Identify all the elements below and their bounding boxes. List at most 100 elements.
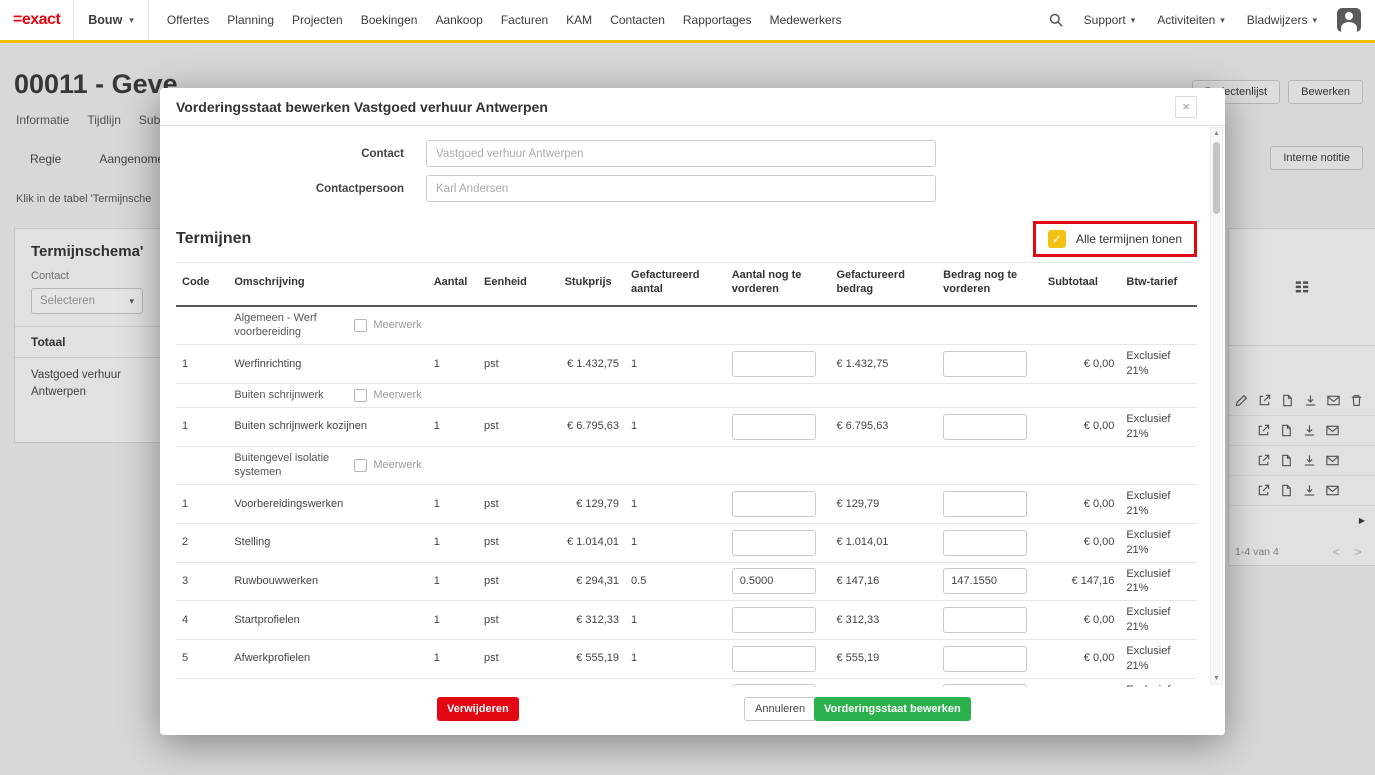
gefactureerd-bedrag-cell: € 1.014,01 [830, 523, 937, 562]
stukprijs-cell: € 312,33 [559, 601, 625, 640]
aantal-nog-te-vorderen-input[interactable] [732, 568, 816, 594]
search-button[interactable] [1048, 12, 1064, 28]
gefactureerd-aantal-cell: 0.5 [625, 562, 726, 601]
scroll-thumb[interactable] [1213, 142, 1220, 214]
chevron-down-icon: ▾ [129, 15, 134, 26]
aantal-cell: 1 [428, 639, 478, 678]
contactpersoon-field-label: Contactpersoon [176, 183, 426, 195]
contact-input[interactable] [426, 140, 936, 167]
nav-item-facturen[interactable]: Facturen [501, 13, 548, 27]
nav-item-planning[interactable]: Planning [227, 13, 274, 27]
modal-scrollbar[interactable]: ▲ ▼ [1210, 127, 1223, 685]
col-aantal-nog-te-vorderen: Aantal nog te vorderen [726, 263, 831, 306]
aantal-nog-te-vorderen-input[interactable] [732, 607, 816, 633]
bedrag-nog-cell [937, 407, 1042, 446]
nav-item-medewerkers[interactable]: Medewerkers [770, 13, 842, 27]
stukprijs-cell: € 129,79 [559, 485, 625, 524]
scroll-up-icon[interactable]: ▲ [1211, 130, 1222, 137]
aantal-nog-te-vorderen-input[interactable] [732, 351, 816, 377]
group-row: Buitengevel isolatie systemen Meerwerk [176, 446, 1197, 485]
aantal-nog-te-vorderen-input[interactable] [732, 491, 816, 517]
omschrijving-cell: Voorbereidingswerken [228, 485, 427, 524]
code-cell: 3 [176, 562, 228, 601]
exact-logo: =exact [0, 11, 73, 29]
alle-termijnen-tonen-checkbox[interactable]: ✓ Alle termijnen tonen [1033, 221, 1197, 257]
nav-dropdown-support[interactable]: Support ▾ [1084, 13, 1136, 27]
termijnen-table: CodeOmschrijvingAantalEenheidStukprijsGe… [176, 262, 1197, 687]
chevron-down-icon: ▾ [1220, 15, 1225, 26]
meerwerk-checkbox[interactable]: Meerwerk [354, 318, 421, 333]
bedrag-nog-te-vorderen-input[interactable] [943, 646, 1027, 672]
termijnen-section-head: Termijnen ✓ Alle termijnen tonen [176, 216, 1197, 262]
code-cell: 1 [176, 407, 228, 446]
scroll-down-icon[interactable]: ▼ [1211, 675, 1222, 682]
meerwerk-checkbox[interactable]: Meerwerk [354, 458, 421, 473]
code-cell: 2 [176, 523, 228, 562]
gefactureerd-aantal-cell: 1 [625, 485, 726, 524]
module-selector[interactable]: Bouw ▾ [73, 0, 149, 40]
col-subtotaal: Subtotaal [1042, 263, 1121, 306]
nav-dropdowns: Support ▾ Activiteiten ▾ Bladwijzers ▾ [1084, 13, 1317, 27]
col-gefactureerd-bedrag: Gefactureerd bedrag [830, 263, 937, 306]
aantal-nog-te-vorderen-input[interactable] [732, 414, 816, 440]
termijn-row: 5 Afwerkprofielen 1 pst € 555,19 1 € 555… [176, 639, 1197, 678]
termijn-row: 1 Voorbereidingswerken 1 pst € 129,79 1 … [176, 485, 1197, 524]
chevron-down-icon: ▾ [1131, 15, 1136, 26]
bedrag-nog-te-vorderen-input[interactable] [943, 530, 1027, 556]
code-cell: 4 [176, 601, 228, 640]
aantal-cell: 1 [428, 601, 478, 640]
bedrag-nog-cell [937, 345, 1042, 384]
bedrag-nog-te-vorderen-input[interactable] [943, 607, 1027, 633]
aantal-nog-cell [726, 678, 831, 687]
nav-item-kam[interactable]: KAM [566, 13, 592, 27]
nav-dropdown-bladwijzers[interactable]: Bladwijzers ▾ [1247, 13, 1317, 27]
omschrijving-cell: Stelling [228, 523, 427, 562]
contactpersoon-input[interactable] [426, 175, 936, 202]
meerwerk-label: Meerwerk [373, 388, 421, 403]
code-cell: 1 [176, 345, 228, 384]
btw-tarief-cell: Exclusief21% [1120, 407, 1197, 446]
omschrijving-cell: Isolatie plaatsen en leveren [228, 678, 427, 687]
code-cell: 6 [176, 678, 228, 687]
btw-tarief-cell: Exclusief6% [1120, 678, 1197, 687]
vorderingsstaat-bewerken-button[interactable]: Vorderingsstaat bewerken [814, 697, 971, 721]
nav-item-contacten[interactable]: Contacten [610, 13, 665, 27]
omschrijving-cell: Werfinrichting [228, 345, 427, 384]
btw-tarief-cell: Exclusief21% [1120, 523, 1197, 562]
termijn-row: 4 Startprofielen 1 pst € 312,33 1 € 312,… [176, 601, 1197, 640]
modal-body: Contact Contactpersoon Termijnen ✓ Alle … [160, 126, 1225, 687]
nav-item-aankoop[interactable]: Aankoop [435, 13, 482, 27]
aantal-nog-te-vorderen-input[interactable] [732, 646, 816, 672]
bedrag-nog-te-vorderen-input[interactable] [943, 414, 1027, 440]
group-cell: Algemeen - Werf voorbereiding Meerwerk [228, 306, 1197, 345]
gefactureerd-aantal-cell: 1 [625, 407, 726, 446]
user-avatar[interactable] [1337, 8, 1361, 32]
bedrag-nog-cell [937, 523, 1042, 562]
col-btw-tarief: Btw-tarief [1120, 263, 1197, 306]
gefactureerd-aantal-cell: 1 [625, 601, 726, 640]
aantal-nog-te-vorderen-input[interactable] [732, 530, 816, 556]
annuleren-button[interactable]: Annuleren [744, 697, 816, 721]
nav-item-projecten[interactable]: Projecten [292, 13, 343, 27]
nav-item-boekingen[interactable]: Boekingen [361, 13, 418, 27]
gefactureerd-bedrag-cell: € 9.652,34 [830, 678, 937, 687]
meerwerk-checkbox[interactable]: Meerwerk [354, 388, 421, 403]
nav-dropdown-activiteiten[interactable]: Activiteiten ▾ [1157, 13, 1225, 27]
verwijderen-button[interactable]: Verwijderen [437, 697, 519, 721]
btw-tarief-cell: Exclusief21% [1120, 639, 1197, 678]
group-cell: Buiten schrijnwerk Meerwerk [228, 383, 1197, 407]
screen: =exact Bouw ▾ Offertes Planning Projecten B… [0, 0, 1375, 775]
aantal-cell: 1 [428, 407, 478, 446]
nav-item-rapportages[interactable]: Rapportages [683, 13, 752, 27]
aantal-cell: 1 [428, 485, 478, 524]
nav-item-offertes[interactable]: Offertes [167, 13, 209, 27]
bedrag-nog-te-vorderen-input[interactable] [943, 491, 1027, 517]
code-cell: 5 [176, 639, 228, 678]
close-button[interactable]: × [1175, 96, 1197, 118]
bedrag-nog-te-vorderen-input[interactable] [943, 568, 1027, 594]
gefactureerd-bedrag-cell: € 147,16 [830, 562, 937, 601]
show-all-label: Alle termijnen tonen [1076, 232, 1182, 246]
bedrag-nog-te-vorderen-input[interactable] [943, 351, 1027, 377]
bedrag-nog-cell [937, 678, 1042, 687]
col-stukprijs: Stukprijs [559, 263, 625, 306]
